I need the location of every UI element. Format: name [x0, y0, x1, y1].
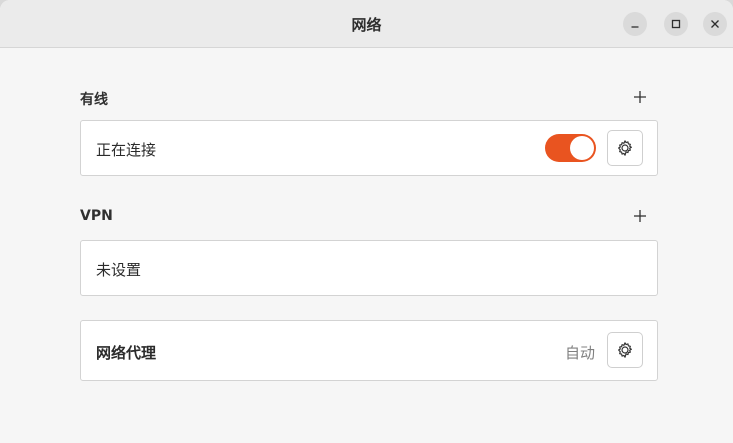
- add-vpn-button[interactable]: [629, 205, 651, 227]
- maximize-icon: [671, 19, 681, 29]
- toggle-knob: [570, 136, 594, 160]
- gear-icon: [618, 140, 632, 156]
- add-wired-button[interactable]: [629, 86, 651, 108]
- wired-connection-row: 正在连接: [80, 120, 658, 176]
- close-icon: [711, 20, 719, 28]
- title-bar: 网络: [0, 0, 733, 48]
- vpn-section-label: VPN: [80, 208, 113, 224]
- maximize-button[interactable]: [664, 12, 688, 36]
- minimize-button[interactable]: [623, 12, 647, 36]
- vpn-row: 未设置: [80, 240, 658, 296]
- plus-icon: [634, 91, 646, 103]
- wired-toggle-switch[interactable]: [545, 134, 596, 162]
- minimize-icon: [631, 26, 639, 28]
- plus-icon: [634, 210, 646, 222]
- settings-window: 网络 有线 正在连接 VPN 未设置 网络代理 自动: [0, 0, 733, 443]
- close-button[interactable]: [703, 12, 727, 36]
- wired-connection-label: 正在连接: [96, 141, 157, 159]
- wired-settings-button[interactable]: [607, 130, 643, 166]
- wired-section-label: 有线: [80, 92, 108, 108]
- gear-icon: [618, 342, 632, 358]
- proxy-settings-button[interactable]: [607, 332, 643, 368]
- network-proxy-row[interactable]: 网络代理 自动: [80, 320, 658, 381]
- network-proxy-value: 自动: [565, 344, 596, 362]
- vpn-status-label: 未设置: [96, 261, 142, 279]
- network-proxy-label: 网络代理: [96, 344, 157, 362]
